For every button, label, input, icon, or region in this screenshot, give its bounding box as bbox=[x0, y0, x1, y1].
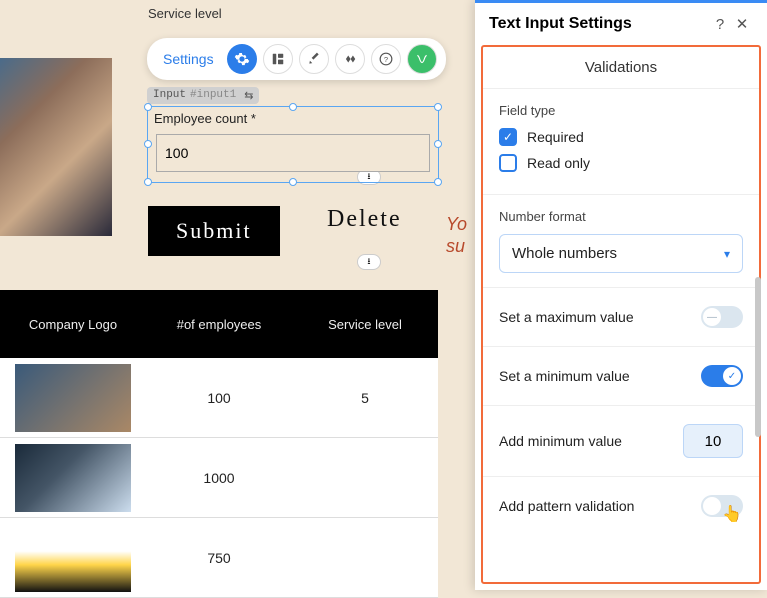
submit-button[interactable]: Submit bbox=[148, 206, 280, 256]
add-min-label: Add minimum value bbox=[499, 433, 622, 449]
table-row[interactable]: 100 5 bbox=[0, 358, 438, 438]
resize-handle[interactable] bbox=[434, 140, 442, 148]
panel-help-icon[interactable]: ? bbox=[709, 16, 731, 33]
layout-icon[interactable] bbox=[263, 44, 293, 74]
th-service: Service level bbox=[292, 317, 438, 332]
th-employees: #of employees bbox=[146, 317, 292, 332]
element-toolbar: Settings ? bbox=[147, 38, 446, 80]
readonly-label: Read only bbox=[527, 155, 590, 171]
section-validations: Validations bbox=[483, 47, 759, 89]
resize-handle[interactable] bbox=[434, 178, 442, 186]
resize-handle[interactable] bbox=[289, 178, 297, 186]
gear-icon[interactable] bbox=[227, 44, 257, 74]
company-logo bbox=[15, 364, 131, 432]
resize-handle[interactable] bbox=[289, 103, 297, 111]
max-value-label: Set a maximum value bbox=[499, 309, 634, 325]
resize-handle[interactable] bbox=[144, 140, 152, 148]
selection-box[interactable]: Employee count * 100 bbox=[147, 106, 439, 183]
required-label: Required bbox=[527, 129, 584, 145]
number-format-value: Whole numbers bbox=[512, 245, 617, 262]
min-value-label: Set a minimum value bbox=[499, 368, 630, 384]
canvas-image bbox=[0, 58, 112, 236]
th-logo: Company Logo bbox=[0, 317, 146, 332]
settings-panel: Text Input Settings ? ✕ Validations Fiel… bbox=[475, 0, 767, 590]
element-tag-name: Input bbox=[153, 89, 186, 101]
chevron-down-icon: ▾ bbox=[724, 247, 730, 261]
element-tag[interactable]: Input #input1 ⇆ bbox=[147, 87, 259, 104]
element-tag-id: #input1 bbox=[190, 89, 236, 101]
cell-employees: 750 bbox=[146, 550, 292, 566]
employee-count-input[interactable]: 100 bbox=[156, 134, 430, 172]
resize-handle[interactable] bbox=[144, 178, 152, 186]
cell-employees: 1000 bbox=[146, 470, 292, 486]
resize-handle[interactable] bbox=[434, 103, 442, 111]
close-icon[interactable]: ✕ bbox=[731, 15, 753, 33]
cell-service: 5 bbox=[292, 390, 438, 406]
toolbar-settings-button[interactable]: Settings bbox=[153, 51, 224, 67]
company-logo bbox=[15, 444, 131, 512]
number-format-select[interactable]: Whole numbers ▾ bbox=[499, 234, 743, 273]
attach-below-icon[interactable]: ⭳ bbox=[357, 254, 381, 270]
readonly-checkbox[interactable] bbox=[499, 154, 517, 172]
required-checkbox[interactable]: ✓ bbox=[499, 128, 517, 146]
cell-employees: 100 bbox=[146, 390, 292, 406]
help-icon[interactable]: ? bbox=[371, 44, 401, 74]
panel-title: Text Input Settings bbox=[489, 15, 709, 33]
brush-icon[interactable] bbox=[299, 44, 329, 74]
delete-button[interactable]: Delete bbox=[327, 206, 402, 233]
animation-icon[interactable] bbox=[335, 44, 365, 74]
employee-count-field: Input #input1 ⇆ ⭳ Employee count * 100 ⭳ bbox=[147, 84, 439, 183]
swap-icon[interactable]: ⇆ bbox=[244, 89, 253, 102]
number-format-label: Number format bbox=[499, 209, 743, 224]
table-header: Company Logo #of employees Service level bbox=[0, 290, 438, 358]
flow-icon[interactable] bbox=[407, 44, 437, 74]
field-type-label: Field type bbox=[499, 103, 743, 118]
pattern-toggle[interactable] bbox=[701, 495, 743, 517]
scrollbar[interactable] bbox=[755, 277, 761, 437]
min-value-toggle[interactable]: ✓ bbox=[701, 365, 743, 387]
hint-text: Yosu bbox=[446, 214, 467, 257]
svg-text:?: ? bbox=[383, 55, 387, 64]
data-table: Company Logo #of employees Service level… bbox=[0, 290, 438, 598]
max-value-toggle[interactable]: — bbox=[701, 306, 743, 328]
min-value-input[interactable] bbox=[683, 424, 743, 458]
resize-handle[interactable] bbox=[144, 103, 152, 111]
table-row[interactable]: 750 bbox=[0, 518, 438, 598]
company-logo bbox=[15, 524, 131, 592]
service-level-label: Service level bbox=[148, 6, 222, 21]
table-row[interactable]: 1000 bbox=[0, 438, 438, 518]
pattern-label: Add pattern validation bbox=[499, 498, 634, 514]
